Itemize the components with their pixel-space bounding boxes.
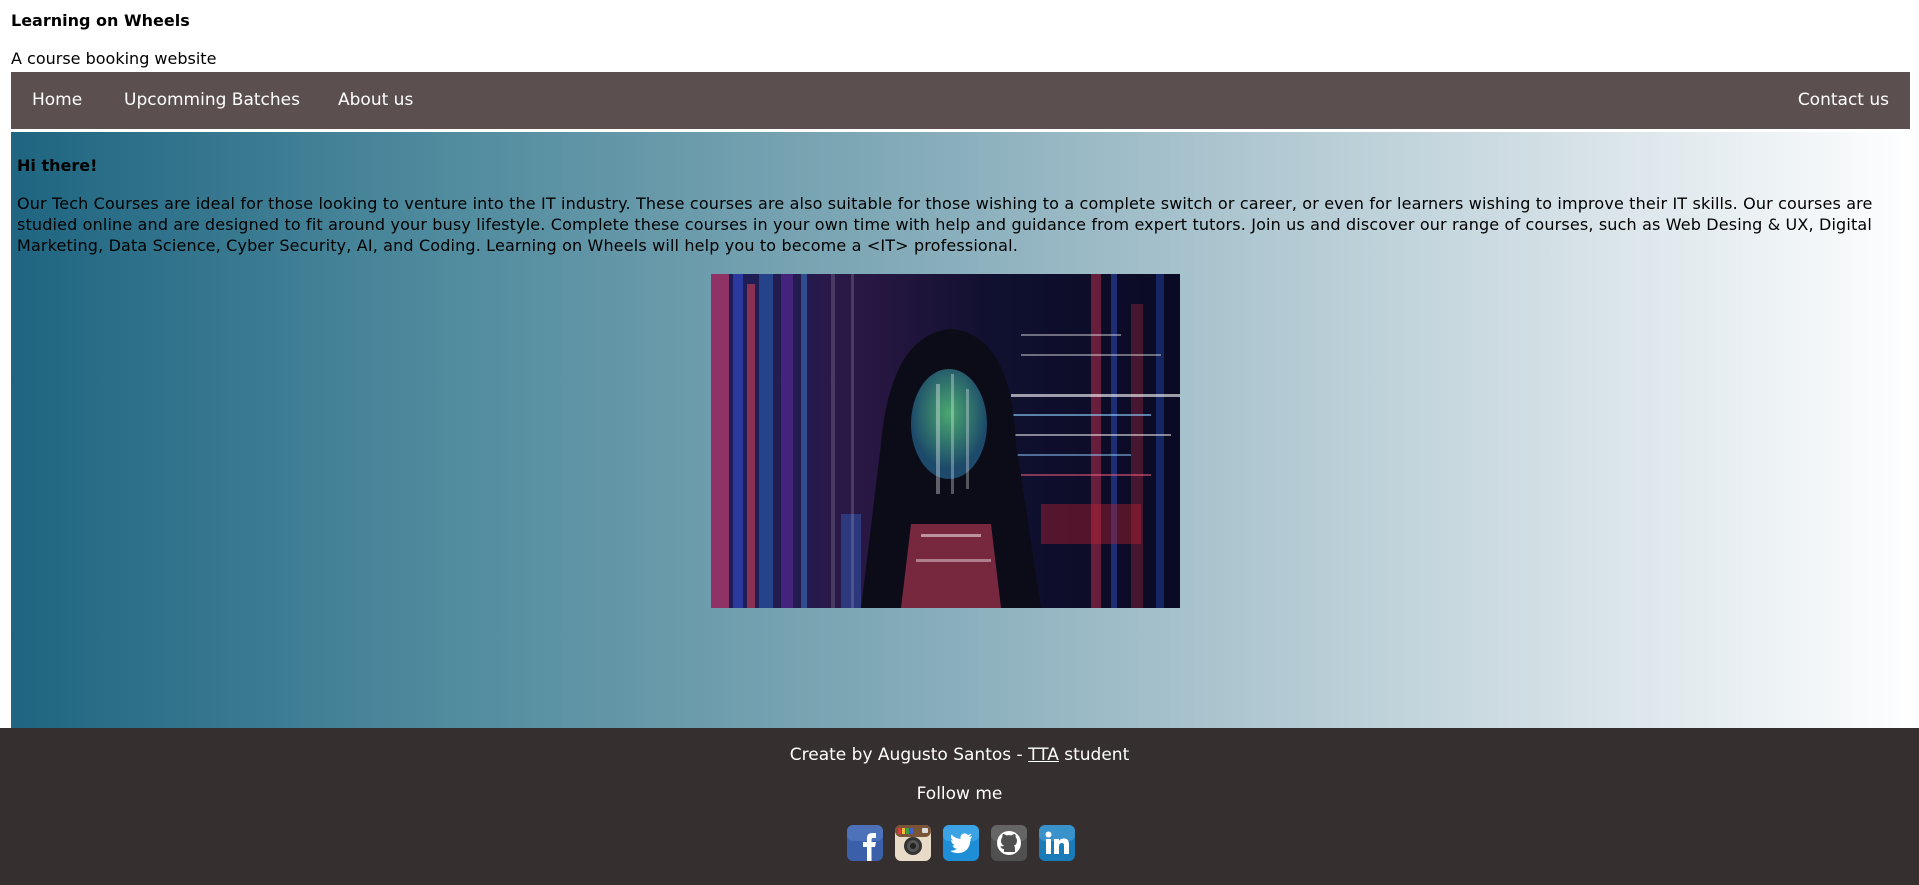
facebook-icon[interactable] xyxy=(845,822,885,864)
site-title: Learning on Wheels xyxy=(11,11,190,30)
credit-suffix: student xyxy=(1058,745,1130,765)
tta-link[interactable]: TTA xyxy=(1028,745,1059,765)
hero-image xyxy=(711,274,1180,608)
instagram-icon[interactable] xyxy=(893,822,933,864)
follow-me-label: Follow me xyxy=(916,784,1003,804)
site-subtitle: A course booking website xyxy=(11,49,217,68)
linkedin-icon[interactable] xyxy=(1037,822,1077,864)
navbar: Home Upcomming Batches About us Contact … xyxy=(11,72,1910,129)
footer: Create by Augusto Santos - TTA student F… xyxy=(0,728,1919,885)
main-content: Hi there! Our Tech Courses are ideal for… xyxy=(11,132,1919,728)
footer-credit: Create by Augusto Santos - TTA student xyxy=(0,745,1919,765)
intro-paragraph: Our Tech Courses are ideal for those loo… xyxy=(17,194,1873,255)
github-icon[interactable] xyxy=(989,822,1029,864)
twitter-icon[interactable] xyxy=(941,822,981,864)
greeting-heading: Hi there! xyxy=(17,156,98,175)
hooded-person-code-projection-image xyxy=(711,274,1180,608)
nav-contact-link[interactable]: Contact us xyxy=(1798,72,1889,129)
nav-about-link[interactable]: About us xyxy=(338,72,413,129)
credit-prefix: Create by Augusto Santos - xyxy=(789,745,1029,765)
nav-home-link[interactable]: Home xyxy=(32,72,82,129)
nav-upcoming-batches-link[interactable]: Upcomming Batches xyxy=(124,72,300,129)
